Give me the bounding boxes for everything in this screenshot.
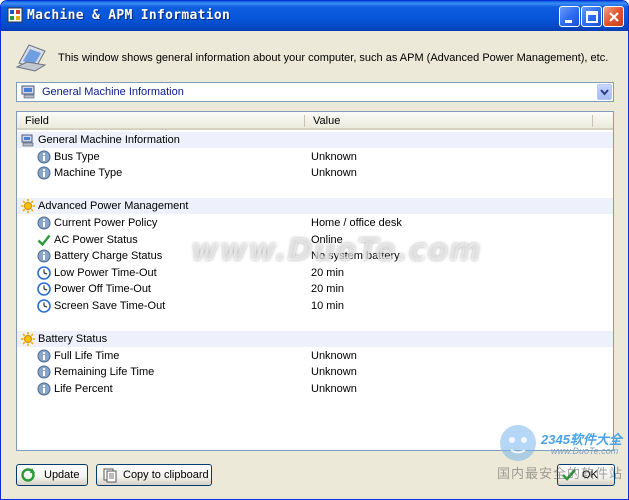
table-row[interactable]: Life Percent Unknown — [17, 381, 613, 397]
row-field: Low Power Time-Out — [54, 266, 157, 279]
info-icon — [37, 166, 51, 180]
row-value: Unknown — [311, 349, 357, 362]
table-row[interactable]: Battery Charge Status No system battery — [17, 248, 613, 264]
sun-icon — [21, 332, 35, 347]
update-button[interactable]: Update — [16, 464, 88, 486]
table-row[interactable]: Bus Type Unknown — [17, 149, 613, 165]
row-value: 20 min — [311, 283, 345, 296]
clipboard-icon — [103, 468, 117, 483]
row-field: Current Power Policy — [54, 217, 158, 229]
table-row[interactable]: Screen Save Time-Out 10 min — [17, 298, 613, 314]
row-field: Battery Charge Status — [54, 250, 163, 263]
clock-icon — [37, 299, 51, 313]
machine-apm-window: Machine & APM Information This window sh… — [0, 0, 629, 500]
window-title: Machine & APM Information — [27, 8, 231, 23]
row-field: Bus Type — [54, 150, 100, 163]
table-row[interactable]: AC Power Status Online — [17, 232, 613, 248]
maximize-icon — [586, 11, 598, 23]
row-value: Unknown — [311, 150, 357, 163]
row-field: Remaining Life Time — [54, 366, 155, 379]
row-field: Screen Save Time-Out — [54, 300, 166, 312]
category-dropdown[interactable]: General Machine Information — [16, 82, 614, 102]
table-row[interactable]: Current Power Policy Home / office desk — [17, 215, 613, 231]
row-value: Unknown — [311, 167, 357, 180]
table-group-row[interactable]: Battery Status — [17, 331, 613, 348]
check-icon — [562, 469, 576, 481]
row-value: Online — [311, 233, 343, 246]
group-title: General Machine Information — [38, 134, 180, 146]
computer-icon — [21, 134, 34, 147]
app-icon — [7, 7, 23, 23]
table-header: Field Value — [17, 112, 613, 130]
table-group-row[interactable]: Advanced Power Management — [17, 198, 613, 215]
computer-icon — [15, 44, 47, 72]
ok-button[interactable]: OK — [557, 464, 615, 486]
info-icon — [37, 365, 51, 379]
column-divider[interactable] — [304, 115, 305, 127]
row-field: Power Off Time-Out — [54, 283, 151, 296]
group-title: Battery Status — [38, 333, 108, 346]
row-field: AC Power Status — [54, 233, 138, 246]
group-title: Advanced Power Management — [38, 200, 189, 213]
table-row[interactable]: Full Life Time Unknown — [17, 348, 613, 364]
copy-button-label: Copy to clipboard — [123, 469, 209, 481]
chevron-down-icon — [600, 89, 609, 96]
table-row[interactable]: Machine Type Unknown — [17, 165, 613, 181]
row-value: Home / office desk — [311, 217, 402, 229]
row-value: 10 min — [311, 300, 345, 312]
maximize-button[interactable] — [581, 6, 602, 27]
info-table[interactable]: Field Value General Machine Information B… — [16, 111, 614, 451]
computer-icon — [21, 85, 35, 99]
info-icon — [37, 382, 51, 396]
table-row[interactable]: Remaining Life Time Unknown — [17, 364, 613, 380]
row-value: Unknown — [311, 366, 357, 379]
refresh-icon — [21, 468, 35, 482]
title-bar[interactable]: Machine & APM Information — [1, 1, 628, 31]
check-icon — [37, 234, 51, 246]
clock-icon — [37, 265, 51, 280]
column-header-value[interactable]: Value — [313, 115, 340, 127]
row-value: 20 min — [311, 266, 345, 279]
info-icon — [37, 249, 51, 263]
row-field: Life Percent — [54, 383, 113, 395]
minimize-icon — [565, 20, 572, 23]
ok-button-label: OK — [582, 469, 598, 481]
clock-icon — [37, 282, 51, 297]
info-icon — [37, 150, 51, 164]
description-text: This window shows general information ab… — [58, 52, 609, 64]
dropdown-arrow-button[interactable] — [597, 84, 612, 100]
update-button-label: Update — [44, 469, 80, 481]
column-divider[interactable] — [592, 115, 593, 127]
row-value: No system battery — [311, 250, 400, 263]
info-icon — [37, 216, 51, 230]
table-row[interactable]: Low Power Time-Out 20 min — [17, 265, 613, 281]
dropdown-selected-value: General Machine Information — [42, 86, 184, 98]
table-row[interactable]: Power Off Time-Out 20 min — [17, 281, 613, 297]
info-icon — [37, 349, 51, 363]
row-field: Full Life Time — [54, 349, 120, 362]
sun-icon — [21, 199, 35, 214]
row-value: Unknown — [311, 383, 357, 395]
row-field: Machine Type — [54, 167, 123, 180]
table-group-row[interactable]: General Machine Information — [17, 132, 613, 148]
minimize-button[interactable] — [559, 6, 580, 27]
copy-to-clipboard-button[interactable]: Copy to clipboard — [96, 464, 212, 486]
close-icon — [609, 12, 619, 22]
close-button[interactable] — [603, 6, 624, 27]
column-header-field[interactable]: Field — [25, 115, 49, 127]
